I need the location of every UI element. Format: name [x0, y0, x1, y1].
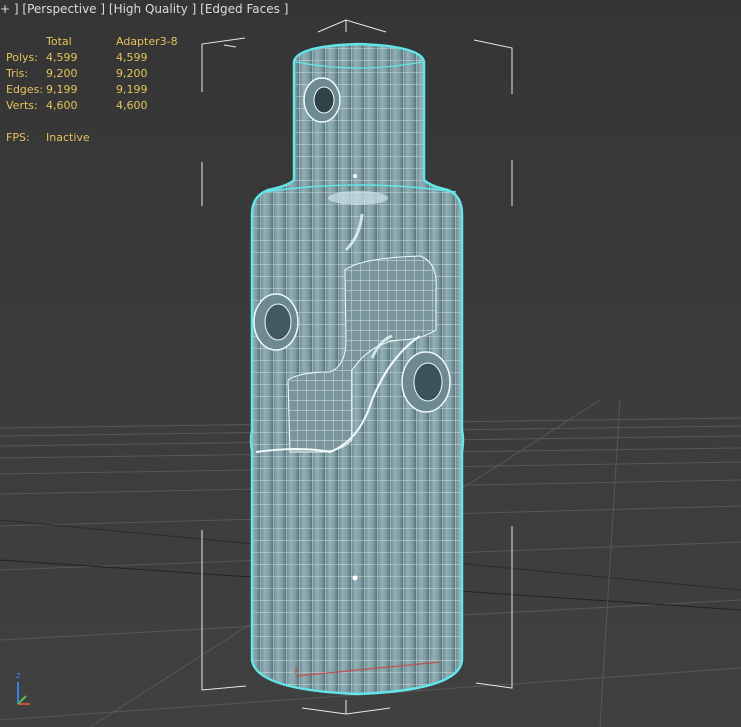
- stats-label: Edges:: [6, 83, 44, 96]
- stats-row-verts: Verts: 4,600 4,600: [6, 98, 226, 114]
- viewport-menu-plus[interactable]: +: [0, 2, 10, 16]
- pin-hole-top: [303, 77, 341, 123]
- stats-header-object: Adapter3-8: [116, 35, 178, 48]
- viewport-view-perspective[interactable]: Perspective: [27, 2, 97, 16]
- pin-hole-left: [253, 293, 299, 351]
- viewport-edged-faces[interactable]: Edged Faces: [205, 2, 280, 16]
- stats-label: Tris:: [6, 67, 29, 80]
- stats-total: 9,200: [46, 67, 78, 80]
- local-axis-x-label: x: [294, 666, 300, 676]
- viewport-shading-high-quality[interactable]: High Quality: [114, 2, 188, 16]
- fps-value: Inactive: [46, 131, 90, 144]
- pin-hole-right: [401, 351, 451, 413]
- stats-object: 9,200: [116, 67, 148, 80]
- stats-object: 4,599: [116, 51, 148, 64]
- stats-row-polys: Polys: 4,599 4,599: [6, 50, 226, 66]
- stats-object: 9,199: [116, 83, 148, 96]
- stats-label: Polys:: [6, 51, 38, 64]
- viewport-label[interactable]: + ] [Perspective ] [High Quality ] [Edge…: [0, 2, 288, 16]
- statistics-overlay: Total Adapter3-8 Polys: 4,599 4,599 Tris…: [6, 34, 226, 146]
- stats-object: 4,600: [116, 99, 148, 112]
- stats-total: 9,199: [46, 83, 78, 96]
- fps-label: FPS:: [6, 131, 30, 144]
- stats-header-total: Total: [46, 35, 72, 48]
- stats-total: 4,599: [46, 51, 78, 64]
- svg-text:z: z: [16, 671, 21, 681]
- stats-label: Verts:: [6, 99, 38, 112]
- stats-total: 4,600: [46, 99, 78, 112]
- stats-row-edges: Edges: 9,199 9,199: [6, 82, 226, 98]
- axis-gizmo: z: [16, 671, 30, 705]
- stats-row-fps: FPS: Inactive: [6, 130, 226, 146]
- stats-row-tris: Tris: 9,200 9,200: [6, 66, 226, 82]
- perspective-viewport[interactable]: x z + ] [Perspective ] [High Quality ] […: [0, 0, 741, 727]
